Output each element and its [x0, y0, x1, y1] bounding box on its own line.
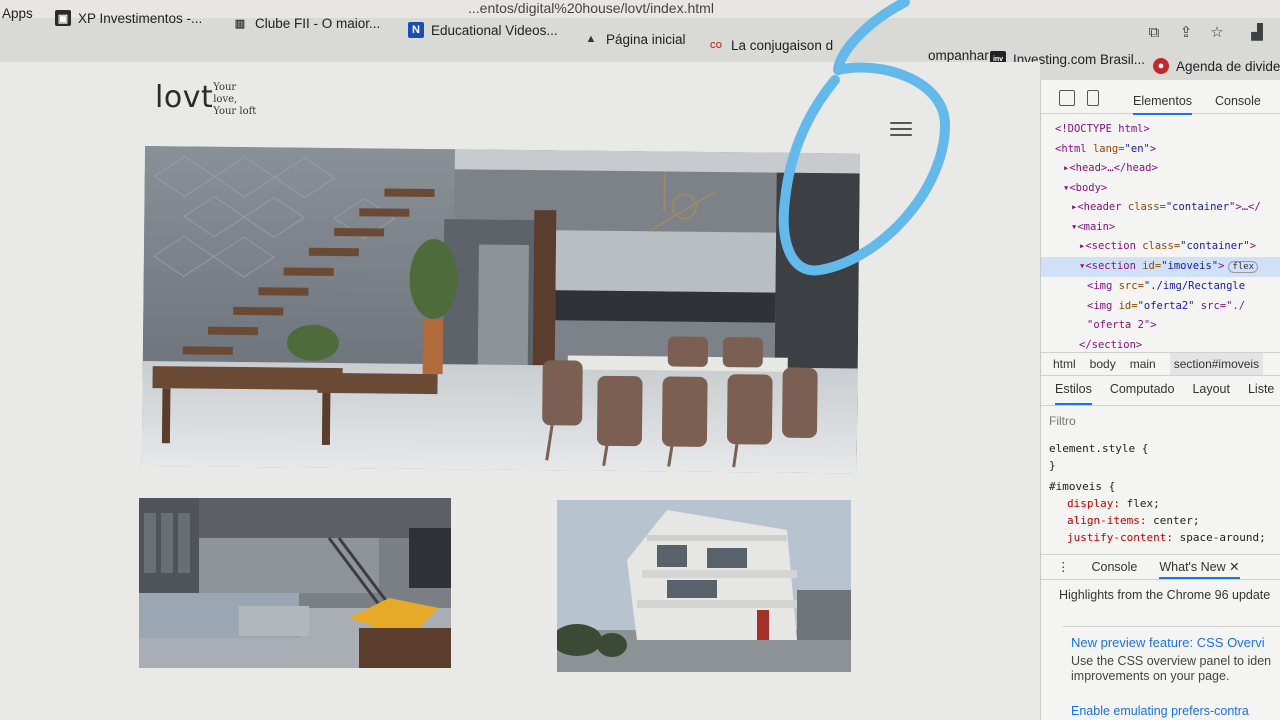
building-icon: ▥ [234, 17, 246, 30]
css-selector: element.style { [1049, 442, 1149, 455]
dom-node[interactable]: <img id="oferta2" src="./ [1041, 297, 1280, 317]
star-icon[interactable]: ☆ [1208, 24, 1226, 42]
n-favicon-icon: N [408, 22, 424, 38]
bookmark-label: La conjugaison d [731, 37, 834, 53]
hero-image [141, 146, 860, 474]
news-title-2[interactable]: Enable emulating prefers-contra [1071, 704, 1249, 718]
dom-node[interactable]: "oferta 2"> [1041, 316, 1280, 336]
breadcrumb-html[interactable]: html [1053, 353, 1076, 375]
thumbnail-image-2 [557, 500, 851, 672]
tab-listeners[interactable]: Liste [1248, 382, 1274, 405]
logo: lovt [155, 80, 214, 115]
flex-badge[interactable]: flex [1228, 260, 1259, 273]
dom-node[interactable]: <img src="./img/Rectangle [1041, 277, 1280, 297]
drawer-tabs: ⋮ Console What's New ✕ [1041, 554, 1280, 580]
brand[interactable]: lovt Your love, Your loft [155, 80, 256, 118]
dom-node[interactable]: ▸<header class="container">…</ [1041, 198, 1280, 218]
styles-tabs: Estilos Computado Layout Liste [1041, 382, 1280, 406]
bookmark-label: Clube FII - O maior... [255, 15, 381, 31]
tab-console[interactable]: Console [1215, 94, 1261, 108]
bookmark-label: Educational Videos... [431, 22, 558, 38]
css-property[interactable]: display: flex; [1049, 495, 1280, 512]
tagline-line: Your loft [213, 106, 257, 117]
whats-new-heading: Highlights from the Chrome 96 update [1059, 588, 1271, 602]
breadcrumb: html body main section#imoveis [1041, 352, 1280, 376]
bookmarks-bar: Apps ▣ XP Investimentos -... ▥ Clube FII… [0, 2, 1145, 67]
style-rules: element.style { } #imoveis { display: fl… [1049, 440, 1280, 546]
close-icon[interactable]: ✕ [1229, 560, 1239, 574]
styles-filter-input[interactable]: Filtro [1049, 414, 1275, 434]
drawer-tab-console[interactable]: Console [1092, 555, 1138, 579]
mountain-favicon-icon: ▲ [585, 33, 597, 45]
tab-layout[interactable]: Layout [1192, 382, 1230, 405]
news-body-line: improvements on your page. [1071, 669, 1230, 683]
breadcrumb-body[interactable]: body [1090, 353, 1116, 375]
agenda-favicon-icon: ● [1153, 58, 1169, 74]
dom-node[interactable]: ▾<section id="imoveis"> flex [1041, 256, 1280, 277]
conjugaison-favicon-icon: CO [710, 40, 722, 50]
menu-icon[interactable] [890, 120, 912, 138]
bookmark-label: Página inicial [606, 31, 686, 47]
bookmark-xp[interactable]: ▣ XP Investimentos -... [55, 10, 202, 26]
dom-node[interactable]: <!DOCTYPE html> [1041, 120, 1280, 140]
bookmark-label: XP Investimentos -... [78, 10, 203, 26]
breadcrumb-section[interactable]: section#imoveis [1169, 353, 1264, 375]
bookmark-conjugaison[interactable]: CO La conjugaison d [708, 37, 833, 53]
news-title[interactable]: New preview feature: CSS Overvi [1071, 635, 1273, 650]
xp-favicon-icon: ▣ [55, 10, 71, 26]
thumbnail-image-1 [139, 498, 451, 668]
device-toolbar-icon[interactable] [1087, 90, 1099, 106]
bookmark-pagina-inicial[interactable]: ▲ Página inicial [583, 31, 686, 47]
tagline-line: love, [213, 94, 238, 105]
dom-node[interactable]: ▾<body> [1041, 179, 1280, 199]
css-property[interactable]: justify-content: space-around; [1049, 529, 1280, 546]
tab-computado[interactable]: Computado [1110, 382, 1175, 405]
bookmark-label: ompanhar [928, 48, 989, 63]
bookmark-label: Agenda de dividen [1176, 58, 1280, 74]
news-card[interactable]: New preview feature: CSS Overvi Use the … [1063, 626, 1280, 696]
drawer-tab-whats-new[interactable]: What's New ✕ [1159, 555, 1240, 579]
tagline-line: Your [213, 82, 237, 93]
bookmark-acompanhar[interactable]: ompanhar [928, 48, 989, 63]
dom-node[interactable]: ▸<head>…</head> [1041, 159, 1280, 179]
breadcrumb-main[interactable]: main [1130, 353, 1156, 375]
css-selector: #imoveis { [1049, 480, 1116, 493]
bookmark-agenda[interactable]: ● Agenda de dividen [1153, 58, 1280, 74]
devtools-toolbar: Elementos Console [1041, 80, 1280, 115]
share-icon[interactable]: ⇪ [1177, 24, 1195, 42]
translate-icon[interactable]: ⧉ [1145, 24, 1163, 42]
devtools-panel: Elementos Console <!DOCTYPE html> <html l… [1040, 80, 1280, 720]
bookmark-educational[interactable]: N Educational Videos... [408, 22, 558, 38]
dom-node[interactable]: <html lang="en"> [1041, 140, 1280, 160]
kebab-menu-icon[interactable]: ⋮ [1057, 555, 1070, 579]
tagline: Your love, Your loft [213, 82, 256, 118]
news-body: Use the CSS overview panel to iden impro… [1071, 654, 1273, 684]
bookmark-apps[interactable]: Apps [2, 6, 33, 21]
chart-extension-icon[interactable]: ▟ [1248, 24, 1266, 42]
inspect-icon[interactable] [1059, 90, 1075, 106]
tab-elements[interactable]: Elementos [1133, 94, 1193, 115]
dom-node[interactable]: ▾<main> [1041, 218, 1280, 238]
tab-estilos[interactable]: Estilos [1055, 382, 1092, 405]
css-property[interactable]: align-items: center; [1049, 512, 1280, 529]
dom-tree: <!DOCTYPE html> <html lang="en"> ▸<head>…<… [1041, 120, 1280, 355]
bookmark-clube-fii[interactable]: ▥ Clube FII - O maior... [232, 15, 381, 31]
css-close: } [1049, 459, 1056, 472]
dom-node[interactable]: ▸<section class="container"> [1041, 237, 1280, 257]
bookmark-label: Apps [2, 6, 33, 21]
news-body-line: Use the CSS overview panel to iden [1071, 654, 1272, 668]
